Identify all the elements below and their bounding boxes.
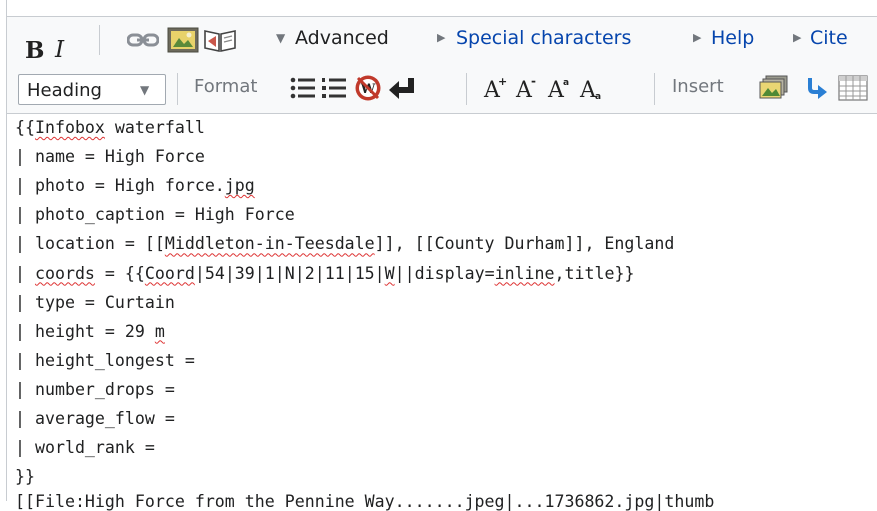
- editor-text: ||display=: [394, 263, 495, 283]
- editor-text: = {{: [94, 263, 145, 283]
- big-text-icon[interactable]: A +: [482, 75, 508, 101]
- chevron-down-icon: ▼: [140, 83, 150, 97]
- toolbar-divider: [177, 73, 178, 105]
- editor-line: | photo = High force.jpg: [15, 176, 255, 195]
- editor-line: | photo_caption = High Force: [15, 205, 295, 224]
- editor-text: }}: [15, 467, 35, 487]
- wikitext-editor: B I ▼ Advanced ▶ Special characters ▶ He…: [6, 0, 877, 511]
- advanced-tab[interactable]: Advanced: [295, 27, 389, 49]
- reference-icon[interactable]: [203, 27, 237, 53]
- editor-text: |: [15, 263, 35, 283]
- editor-line: {{Infobox waterfall: [15, 118, 205, 137]
- editor-text: | photo_caption = High Force: [15, 205, 295, 225]
- nowiki-icon[interactable]: W: [354, 74, 382, 102]
- svg-text:a: a: [595, 92, 601, 101]
- editor-line: | location = [[Middleton-in-Teesdale]], …: [15, 234, 674, 253]
- superscript-icon[interactable]: A a: [546, 75, 572, 101]
- format-group-label: Format: [194, 76, 258, 97]
- spellcheck-flagged-text: m: [154, 321, 165, 341]
- editor-text: | type = Curtain: [15, 292, 175, 312]
- editor-line: | height = 29 m: [15, 322, 165, 341]
- svg-text:a: a: [563, 78, 569, 88]
- cite-arrow-icon: ▶: [793, 31, 802, 44]
- italic-button[interactable]: I: [55, 37, 64, 63]
- toolbar-divider: [466, 73, 467, 105]
- svg-text:-: -: [531, 75, 536, 88]
- editor-text: | location = [[: [15, 234, 165, 254]
- subscript-icon[interactable]: A a: [578, 75, 604, 101]
- main-toolbar: B I ▼ Advanced ▶ Special characters ▶ He…: [7, 16, 877, 64]
- gallery-icon[interactable]: [759, 75, 789, 101]
- spellcheck-flagged-text: W: [384, 263, 395, 283]
- editor-text: | name = High Force: [15, 147, 205, 167]
- editor-line: | average_flow =: [15, 409, 175, 428]
- editor-text: | height_longest =: [15, 350, 195, 370]
- editor-text: waterfall: [104, 118, 205, 137]
- spellcheck-flagged-text: Coord: [144, 263, 195, 283]
- editor-line: | number_drops =: [15, 380, 175, 399]
- cite-tab[interactable]: Cite: [810, 27, 848, 49]
- toolbar-divider: [99, 25, 100, 55]
- heading-select[interactable]: Heading ▼: [18, 74, 166, 105]
- toolbar-divider: [654, 73, 655, 105]
- advanced-toolbar: Heading ▼ Format W: [7, 63, 877, 114]
- editor-cut-off-line: [[File:High Force from the Pennine Way..…: [15, 492, 715, 511]
- wikitext-textarea[interactable]: [[File:High Force from the Pennine Way..…: [7, 114, 877, 511]
- editor-text: | world_rank =: [15, 438, 155, 458]
- special-characters-arrow-icon: ▶: [437, 31, 446, 44]
- editor-text: ,title}}: [554, 263, 635, 283]
- help-tab[interactable]: Help: [711, 27, 754, 49]
- editor-line: | height_longest =: [15, 351, 195, 370]
- insert-group-label: Insert: [672, 76, 724, 97]
- editor-line: | coords = {{Coord|54|39|1|N|2|11|15|W||…: [15, 264, 634, 283]
- spellcheck-flagged-text: jpg: [224, 176, 255, 196]
- numbered-list-icon[interactable]: [321, 76, 347, 100]
- redirect-icon[interactable]: [804, 76, 830, 100]
- editor-text: ]], [[County Durham]], England: [374, 234, 675, 254]
- heading-select-value: Heading: [27, 80, 102, 101]
- bold-button[interactable]: B: [25, 37, 44, 64]
- editor-text: | number_drops =: [15, 379, 175, 399]
- editor-text: | average_flow =: [15, 409, 175, 428]
- special-characters-tab[interactable]: Special characters: [456, 27, 631, 49]
- editor-line: | type = Curtain: [15, 293, 175, 312]
- table-icon[interactable]: [838, 75, 868, 101]
- newline-icon[interactable]: [387, 76, 417, 100]
- small-text-icon[interactable]: A -: [514, 75, 540, 101]
- spellcheck-flagged-text: Middleton-in-Teesdale: [164, 234, 375, 254]
- editor-line: }}: [15, 467, 35, 486]
- advanced-arrow-icon: ▼: [276, 31, 286, 45]
- editor-line: | name = High Force: [15, 147, 205, 166]
- editor-text: {{: [15, 118, 35, 137]
- editor-text: | photo = High force.: [15, 176, 225, 196]
- editor-line: | world_rank =: [15, 438, 155, 457]
- spellcheck-flagged-text: coords: [34, 263, 95, 283]
- spellcheck-flagged-text: inline: [494, 263, 555, 283]
- help-arrow-icon: ▶: [693, 31, 702, 44]
- bulleted-list-icon[interactable]: [290, 76, 316, 100]
- editor-text: |54|39|1|N|2|11|15|: [194, 263, 385, 283]
- embedded-file-icon[interactable]: [167, 27, 199, 53]
- svg-text:+: +: [498, 75, 507, 88]
- spellcheck-flagged-text: Infobox: [34, 118, 105, 137]
- link-icon[interactable]: [127, 31, 159, 49]
- editor-text: | height = 29: [15, 321, 155, 341]
